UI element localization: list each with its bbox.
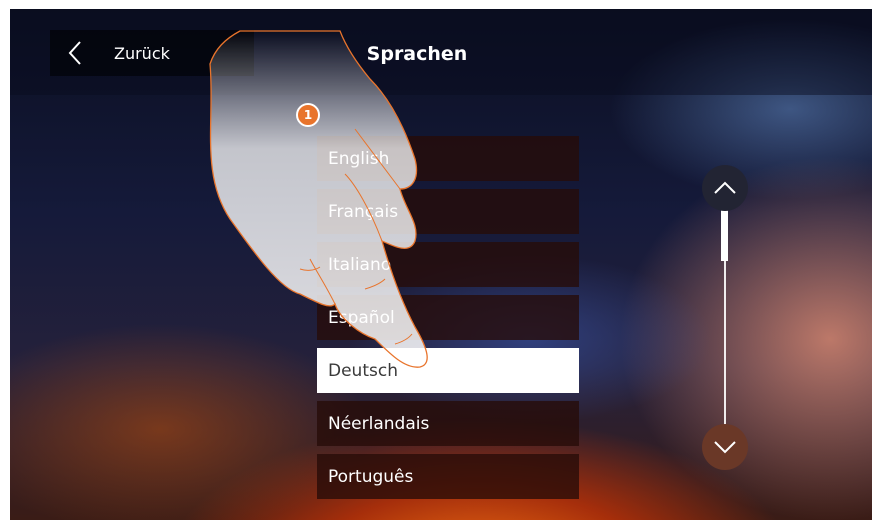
scroll-up-button[interactable] xyxy=(702,165,748,211)
language-label: Français xyxy=(328,201,399,222)
language-item-francais[interactable]: Français xyxy=(317,189,579,234)
language-item-portugues[interactable]: Português xyxy=(317,454,579,499)
language-item-neerlandais[interactable]: Néerlandais xyxy=(317,401,579,446)
language-label: English xyxy=(328,148,390,169)
language-label: Italiano xyxy=(328,254,392,275)
language-label: Español xyxy=(328,307,395,328)
scrollbar-thumb[interactable] xyxy=(721,209,728,261)
top-bar: Zurück Sprachen xyxy=(10,9,872,95)
language-label: Néerlandais xyxy=(328,413,430,434)
device-screen: Zurück Sprachen English Français Italian… xyxy=(10,9,872,520)
language-item-deutsch[interactable]: Deutsch xyxy=(317,348,579,393)
step-number-badge: 1 xyxy=(296,103,320,127)
page-title: Sprachen xyxy=(366,43,468,65)
chevron-down-icon xyxy=(714,441,736,454)
language-item-english[interactable]: English xyxy=(317,136,579,181)
language-list: English Français Italiano Español Deutsc… xyxy=(317,136,579,507)
language-item-italiano[interactable]: Italiano xyxy=(317,242,579,287)
language-label: Português xyxy=(328,466,414,487)
scroll-down-button[interactable] xyxy=(702,424,748,470)
language-item-espanol[interactable]: Español xyxy=(317,295,579,340)
chevron-up-icon xyxy=(714,181,736,194)
language-label: Deutsch xyxy=(328,360,398,381)
